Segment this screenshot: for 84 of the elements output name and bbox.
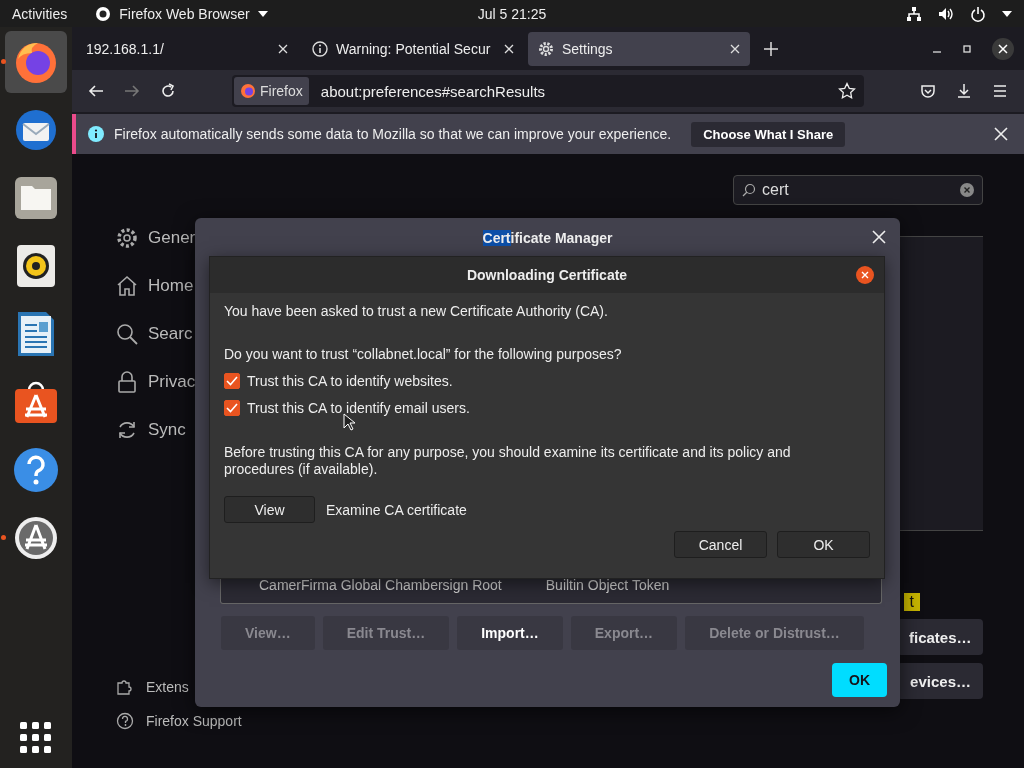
browser-tab[interactable]: Warning: Potential Secur [302,31,524,66]
view-button[interactable]: View [224,496,315,523]
search-icon [742,183,756,197]
home-icon [116,275,138,297]
choose-what-i-share-button[interactable]: Choose What I Share [691,121,846,147]
view-caption: Examine CA certificate [326,501,467,518]
sidebar-link[interactable]: Extens [146,679,189,695]
browser-tab[interactable]: Settings [528,31,750,66]
identity-button[interactable]: Firefox [234,77,309,105]
dialog-title: Certificate Manager [482,229,613,246]
speaker-icon [16,244,56,288]
sidebar-item[interactable]: Searc [148,324,193,344]
info-icon [88,126,104,142]
app-menu[interactable]: Firefox Web Browser [95,5,268,22]
sync-icon [116,419,138,441]
folder-icon [14,176,58,220]
ok-button[interactable]: OK [832,663,887,697]
star-icon[interactable] [838,82,856,100]
checkbox[interactable] [224,400,240,416]
sidebar-item[interactable]: Privac [148,372,196,392]
document-icon [17,311,55,357]
clock[interactable]: Jul 5 21:25 [477,5,547,22]
close-icon [998,43,1008,54]
tab-title: Settings [562,40,614,57]
app-grid-icon[interactable] [20,722,52,754]
puzzle-icon [116,678,134,696]
close-icon[interactable] [278,43,288,54]
url-text: about:preferences#searchResults [320,82,546,100]
help-icon [116,712,134,730]
intro-text: You have been asked to trust a new Certificate Authority (CA). [224,303,609,320]
sidebar-item[interactable]: Gener [148,228,196,248]
notification-message: Firefox automatically sends some data to Mozilla so that we can improve your experience. [114,126,672,142]
close-icon[interactable] [504,43,514,54]
close-button[interactable] [856,266,874,284]
lock-icon [116,371,138,393]
download-icon[interactable] [956,83,972,99]
browser-tab[interactable]: 192.168.1.1/ [76,31,298,66]
settings-button[interactable]: evices… [897,663,983,699]
sidebar-item[interactable]: Home [148,276,194,296]
close-icon[interactable] [872,230,886,244]
caret-icon [257,10,268,17]
dialog-button[interactable]: Cancel [674,531,767,558]
close-icon [861,271,869,279]
checkbox[interactable] [224,373,240,389]
gear-icon [538,40,554,57]
dialog-title: Downloading Certificate [466,267,628,283]
network-icon[interactable] [906,5,922,22]
search-icon [116,323,138,345]
window-close-button[interactable] [992,37,1014,60]
address-bar[interactable]: Firefox about:preferences#searchResults [232,75,864,107]
caret-icon[interactable] [1002,10,1012,17]
help-icon [13,447,59,493]
reload-icon[interactable] [160,83,176,99]
warning-text: Before trusting this CA for any purpose, you should examine its certificate and its policy and procedures (if available). [224,444,792,478]
tab-title: 192.168.1.1/ [86,40,165,57]
tab-title: Warning: Potential Secur [336,40,492,57]
question-text: Do you want to trust “collabnet.local” for the following purposes? [224,346,623,363]
search-highlight: t [903,593,920,611]
power-icon[interactable] [970,5,986,22]
table-cell: Builtin Object Token [545,577,670,593]
checkbox-label[interactable]: Trust this CA to identify websites. [247,373,453,389]
gear-icon [116,227,138,249]
pocket-icon[interactable] [920,83,936,99]
table-cell: CamerFirma Global Chambersign Root [259,577,502,593]
shopping-bag-icon [13,379,59,425]
dialog-button[interactable]: OK [777,531,870,558]
info-icon [312,40,328,57]
checkbox-label[interactable]: Trust this CA to identify email users. [247,400,470,416]
sidebar-link[interactable]: Firefox Support [146,713,242,729]
search-field[interactable]: cert [733,175,983,205]
mail-icon [13,107,59,153]
new-tab-icon[interactable] [764,41,778,56]
updater-icon [13,515,59,561]
back-icon[interactable] [88,83,104,99]
clear-icon[interactable] [960,183,974,197]
menu-icon[interactable] [992,83,1008,99]
maximize-icon[interactable] [962,43,972,54]
activities-button[interactable]: Activities [12,5,68,22]
close-icon[interactable] [730,43,740,54]
sidebar-item[interactable]: Sync [148,420,186,440]
settings-button[interactable]: ficates… [897,619,983,655]
forward-icon[interactable] [124,83,140,99]
dialog-button[interactable]: Import… [457,616,563,650]
close-icon[interactable] [994,127,1008,141]
